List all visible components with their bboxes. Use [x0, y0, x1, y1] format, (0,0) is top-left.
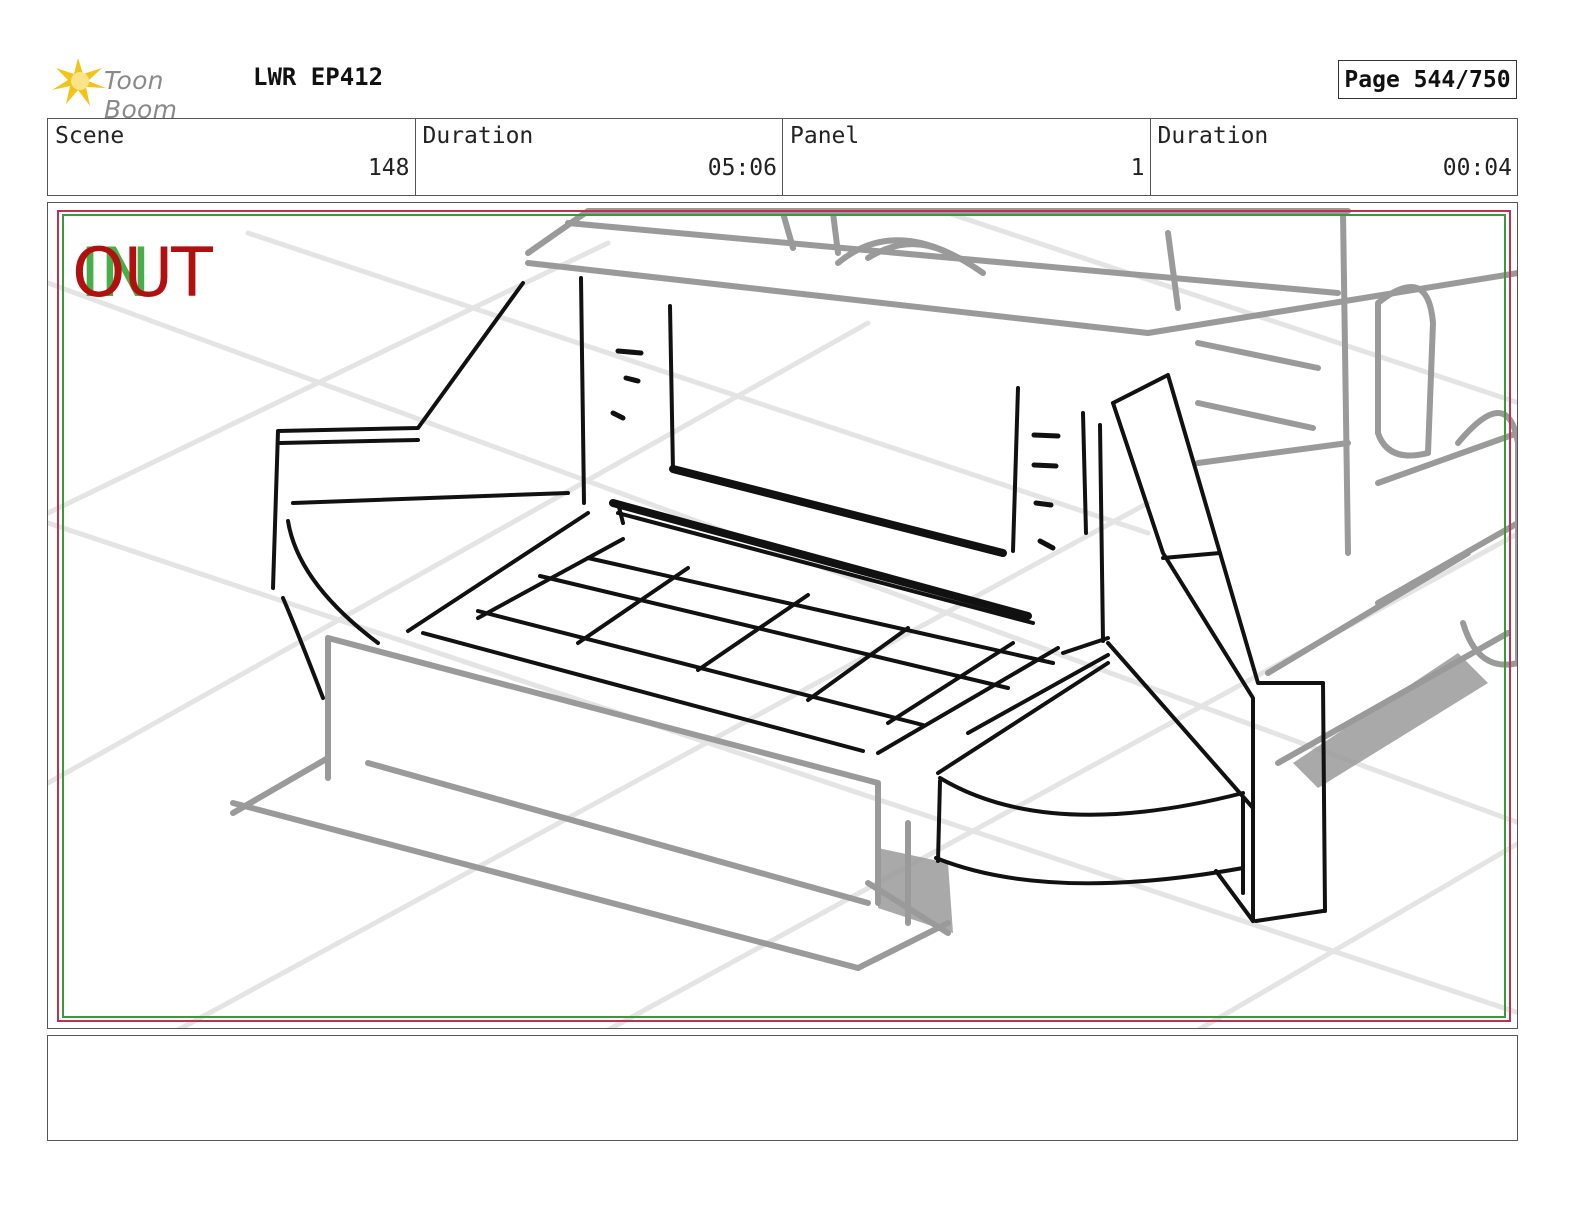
panel-notes-box[interactable] [47, 1035, 1518, 1141]
panel-cell: Panel 1 [783, 119, 1151, 195]
panel-info-row: Scene 148 Duration 05:06 Panel 1 Duratio… [47, 118, 1518, 196]
storyboard-panel [47, 202, 1518, 1029]
scene-label: Scene [55, 123, 125, 149]
scene-value: 148 [367, 155, 410, 181]
starburst-icon [52, 58, 106, 106]
scene-duration-cell: Duration 05:06 [416, 119, 783, 195]
logo-text: Toon Boom [104, 66, 178, 124]
in-out-marker: IN OUT [72, 236, 242, 311]
panel-duration-value: 00:04 [1442, 155, 1512, 181]
scene-duration-value: 05:06 [707, 155, 777, 181]
panel-duration-label: Duration [1157, 123, 1269, 149]
project-title: LWR EP412 [253, 63, 384, 91]
panel-label: Panel [790, 123, 860, 149]
page-indicator: Page 544/750 [1338, 60, 1517, 99]
out-marker: OUT [72, 234, 213, 313]
scene-duration-label: Duration [422, 123, 534, 149]
panel-duration-cell: Duration 00:04 [1151, 119, 1518, 195]
sketch-drawing [48, 208, 1517, 1028]
toon-boom-logo: Toon Boom [50, 54, 240, 124]
panel-value: 1 [1130, 155, 1145, 181]
scene-cell: Scene 148 [48, 119, 416, 195]
